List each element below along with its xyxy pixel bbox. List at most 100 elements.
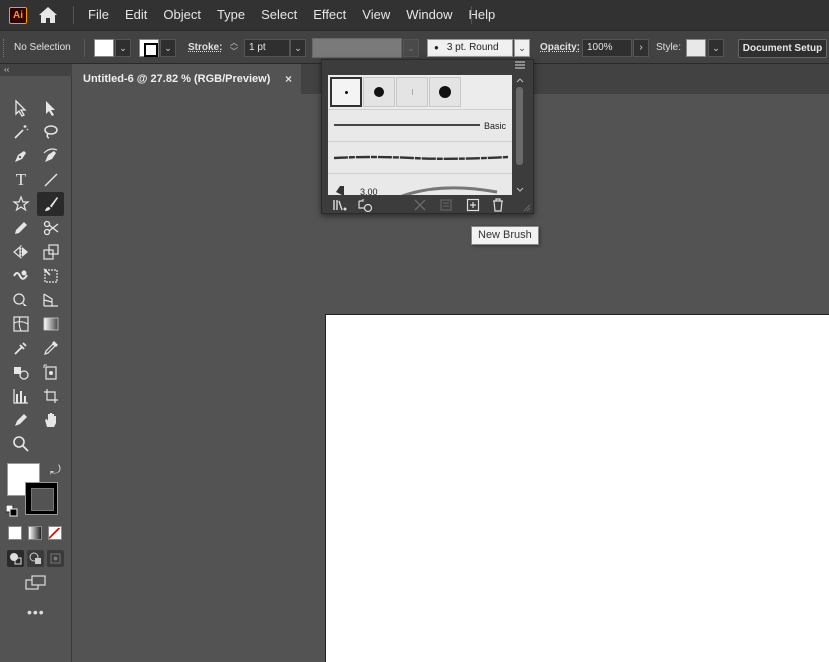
brush-list-scrollbar[interactable] (514, 75, 526, 195)
gradient-tool-icon[interactable] (39, 313, 63, 335)
stroke-label[interactable]: Stroke: (188, 42, 222, 53)
menu-edit[interactable]: Edit (117, 0, 155, 30)
star-tool-icon[interactable] (9, 193, 33, 215)
art-brush-row[interactable]: 3.00 (328, 173, 512, 195)
direct-selection-tool-icon[interactable] (39, 97, 63, 119)
opacity-chevron-right-icon[interactable]: › (633, 39, 649, 57)
variable-width-profile[interactable] (312, 38, 402, 58)
collapse-panel-icon[interactable]: ‹‹ (0, 64, 72, 76)
menu-view[interactable]: View (354, 0, 398, 30)
stroke-weight-spinner-icon[interactable]: ︿ ﹀ (228, 38, 240, 58)
eyedropper-blend-tool-icon[interactable] (9, 337, 33, 359)
stroke-color-swatch[interactable] (139, 39, 159, 57)
reflect-tool-icon[interactable] (9, 241, 33, 263)
lasso-tool-icon[interactable] (39, 121, 63, 143)
document-tab[interactable]: Untitled-6 @ 27.82 % (RGB/Preview) × (73, 64, 301, 94)
menu-divider (73, 6, 74, 24)
charcoal-brush-row[interactable] (328, 141, 512, 173)
slice-tool-icon[interactable] (39, 385, 63, 407)
document-tab-title: Untitled-6 @ 27.82 % (RGB/Preview) (83, 73, 271, 85)
stroke-weight-field[interactable]: 1 pt (244, 39, 290, 57)
menu-help[interactable]: Help (460, 0, 503, 30)
scale-tool-icon[interactable] (39, 241, 63, 263)
panel-grip[interactable] (3, 39, 6, 57)
artboard-tool-icon[interactable] (39, 361, 63, 383)
menu-window[interactable]: Window (398, 0, 460, 30)
selection-tool-icon[interactable] (9, 97, 33, 119)
pencil-tool-icon[interactable] (9, 217, 33, 239)
stroke-weight-chevron-icon[interactable]: ⌄ (290, 39, 306, 57)
brush-3pt-round[interactable] (363, 77, 395, 107)
libraries-panel-icon[interactable] (357, 197, 373, 213)
fill-dropdown-chevron-icon[interactable]: ⌄ (115, 39, 131, 57)
gradient-mode-icon[interactable] (28, 526, 42, 540)
close-icon[interactable]: × (285, 64, 292, 94)
brush-libraries-icon[interactable] (332, 197, 348, 213)
scroll-down-icon[interactable] (514, 186, 526, 194)
stroke-dropdown-chevron-icon[interactable]: ⌄ (160, 39, 176, 57)
none-mode-icon[interactable] (48, 526, 62, 540)
style-chevron-icon[interactable]: ⌄ (708, 39, 724, 57)
free-transform-tool-icon[interactable] (39, 265, 63, 287)
artboard[interactable] (325, 314, 829, 662)
shape-builder-tool-icon[interactable] (9, 289, 33, 311)
pen-tool-icon[interactable] (9, 145, 33, 167)
color-mode-icon[interactable] (8, 526, 22, 540)
brush-definition-field[interactable]: ● 3 pt. Round (427, 39, 513, 57)
basic-stroke-preview (334, 124, 480, 126)
document-setup-button[interactable]: Document Setup (738, 39, 827, 58)
paintbrush-tool-icon[interactable] (37, 192, 64, 216)
change-screen-mode-icon[interactable] (25, 574, 47, 592)
menu-type[interactable]: Type (209, 0, 253, 30)
charcoal-stroke-preview (333, 155, 509, 160)
menu-effect[interactable]: Effect (305, 0, 354, 30)
opacity-label[interactable]: Opacity: (540, 42, 580, 53)
brush-definition-chevron-icon[interactable]: ⌄ (514, 39, 530, 57)
draw-behind-icon[interactable] (27, 550, 44, 567)
menu-file[interactable]: File (80, 0, 117, 30)
scissors-tool-icon[interactable] (39, 217, 63, 239)
delete-brush-icon[interactable] (490, 197, 506, 213)
draw-normal-icon[interactable] (7, 550, 24, 567)
symbol-sprayer-tool-icon[interactable] (9, 361, 33, 383)
stroke-color-large-swatch[interactable] (25, 482, 58, 515)
perspective-grid-tool-icon[interactable] (39, 289, 63, 311)
brush-flat[interactable] (396, 77, 428, 107)
menu-select[interactable]: Select (253, 0, 305, 30)
new-brush-icon[interactable] (465, 197, 481, 213)
hand-tool-icon[interactable] (39, 409, 63, 431)
edit-toolbar-more-icon[interactable]: ••• (27, 604, 45, 620)
warp-tool-icon[interactable] (9, 265, 33, 287)
line-segment-tool-icon[interactable] (39, 169, 63, 191)
brush-panel-footer (322, 196, 533, 214)
default-fill-stroke-icon[interactable] (5, 504, 18, 517)
draw-inside-icon[interactable] (47, 550, 64, 567)
brush-dot-icon (374, 87, 384, 97)
basic-brush-row[interactable]: Basic (328, 109, 512, 141)
type-tool-icon[interactable]: T (9, 169, 33, 191)
brush-1pt-round[interactable] (330, 77, 362, 107)
resize-grip-icon[interactable] (516, 197, 532, 213)
mesh-tool-icon[interactable] (9, 313, 33, 335)
swap-fill-stroke-icon[interactable]: ⤾ (50, 462, 61, 478)
divider (84, 39, 85, 57)
panel-menu-icon[interactable] (514, 61, 526, 74)
zoom-tool-icon[interactable] (9, 433, 33, 455)
opacity-field[interactable]: 100% (582, 39, 632, 57)
magic-wand-tool-icon[interactable] (9, 121, 33, 143)
graphic-style-swatch[interactable] (686, 39, 706, 57)
menu-object[interactable]: Object (155, 0, 209, 30)
curvature-tool-icon[interactable] (39, 145, 63, 167)
column-graph-tool-icon[interactable] (9, 385, 33, 407)
home-icon[interactable] (38, 6, 58, 24)
variable-width-chevron-icon[interactable]: ⌄ (403, 39, 419, 57)
scrollbar-thumb[interactable] (516, 87, 523, 165)
eyedropper-tool-icon[interactable] (39, 337, 63, 359)
app-logo: Ai (9, 7, 27, 24)
brush-options-icon[interactable] (438, 197, 454, 213)
eraser-tool-icon[interactable] (9, 409, 33, 431)
brush-5pt-round[interactable] (429, 77, 461, 107)
scroll-up-icon[interactable] (514, 76, 526, 84)
remove-brush-stroke-icon[interactable] (412, 197, 428, 213)
fill-color-swatch[interactable] (94, 39, 114, 57)
